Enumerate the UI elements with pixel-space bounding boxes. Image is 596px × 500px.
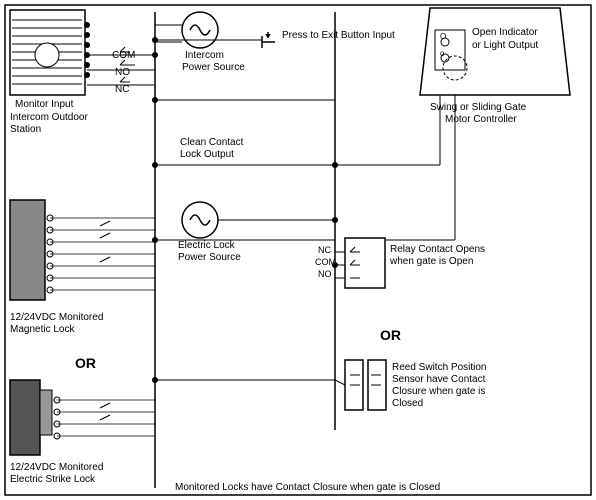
swing-sliding-label2: Motor Controller bbox=[445, 114, 517, 125]
electric-strike-label2: Electric Strike Lock bbox=[10, 474, 96, 485]
relay-contact-label: Relay Contact Opens bbox=[390, 244, 485, 255]
magnetic-lock-label: 12/24VDC Monitored bbox=[10, 312, 103, 323]
electric-strike-label: 12/24VDC Monitored bbox=[10, 462, 103, 473]
relay-nc-label: NC bbox=[318, 245, 331, 255]
nc-label: NC bbox=[115, 84, 129, 95]
svg-text:O: O bbox=[440, 32, 446, 41]
intercom-outdoor-label: Intercom Outdoor bbox=[10, 112, 88, 123]
reed-switch-label4: Closed bbox=[392, 398, 423, 409]
electric-lock-power-label2: Power Source bbox=[178, 252, 241, 263]
relay-no-label: NO bbox=[318, 269, 332, 279]
open-indicator-label2: or Light Output bbox=[472, 40, 538, 51]
reed-switch-label3: Closure when gate is bbox=[392, 386, 485, 397]
or-label-bottom: OR bbox=[380, 327, 401, 343]
intercom-power-label: Intercom bbox=[185, 50, 224, 61]
reed-switch-label: Reed Switch Position bbox=[392, 362, 487, 373]
no-label: NO bbox=[115, 67, 130, 78]
clean-contact-label2: Lock Output bbox=[180, 149, 234, 160]
monitor-input-label: Monitor Input bbox=[15, 99, 74, 110]
reed-switch-label2: Sensor have Contact bbox=[392, 374, 486, 385]
press-exit-label: Press to Exit Button Input bbox=[282, 30, 395, 41]
intercom-outdoor-label2: Station bbox=[10, 124, 41, 135]
electric-lock-power-label: Electric Lock bbox=[178, 240, 236, 251]
relay-contact-label2: when gate is Open bbox=[389, 256, 473, 267]
swing-sliding-label: Swing or Sliding Gate bbox=[430, 102, 527, 113]
bottom-label: Monitored Locks have Contact Closure whe… bbox=[175, 482, 440, 493]
svg-text:o: o bbox=[440, 49, 445, 58]
or-label-top: OR bbox=[75, 355, 96, 371]
intercom-power-label2: Power Source bbox=[182, 62, 245, 73]
clean-contact-label: Clean Contact bbox=[180, 137, 244, 148]
wiring-diagram: Monitor Input Intercom Outdoor Station I… bbox=[0, 0, 596, 500]
magnetic-lock-label2: Magnetic Lock bbox=[10, 324, 75, 335]
open-indicator-label: Open Indicator bbox=[472, 27, 538, 38]
